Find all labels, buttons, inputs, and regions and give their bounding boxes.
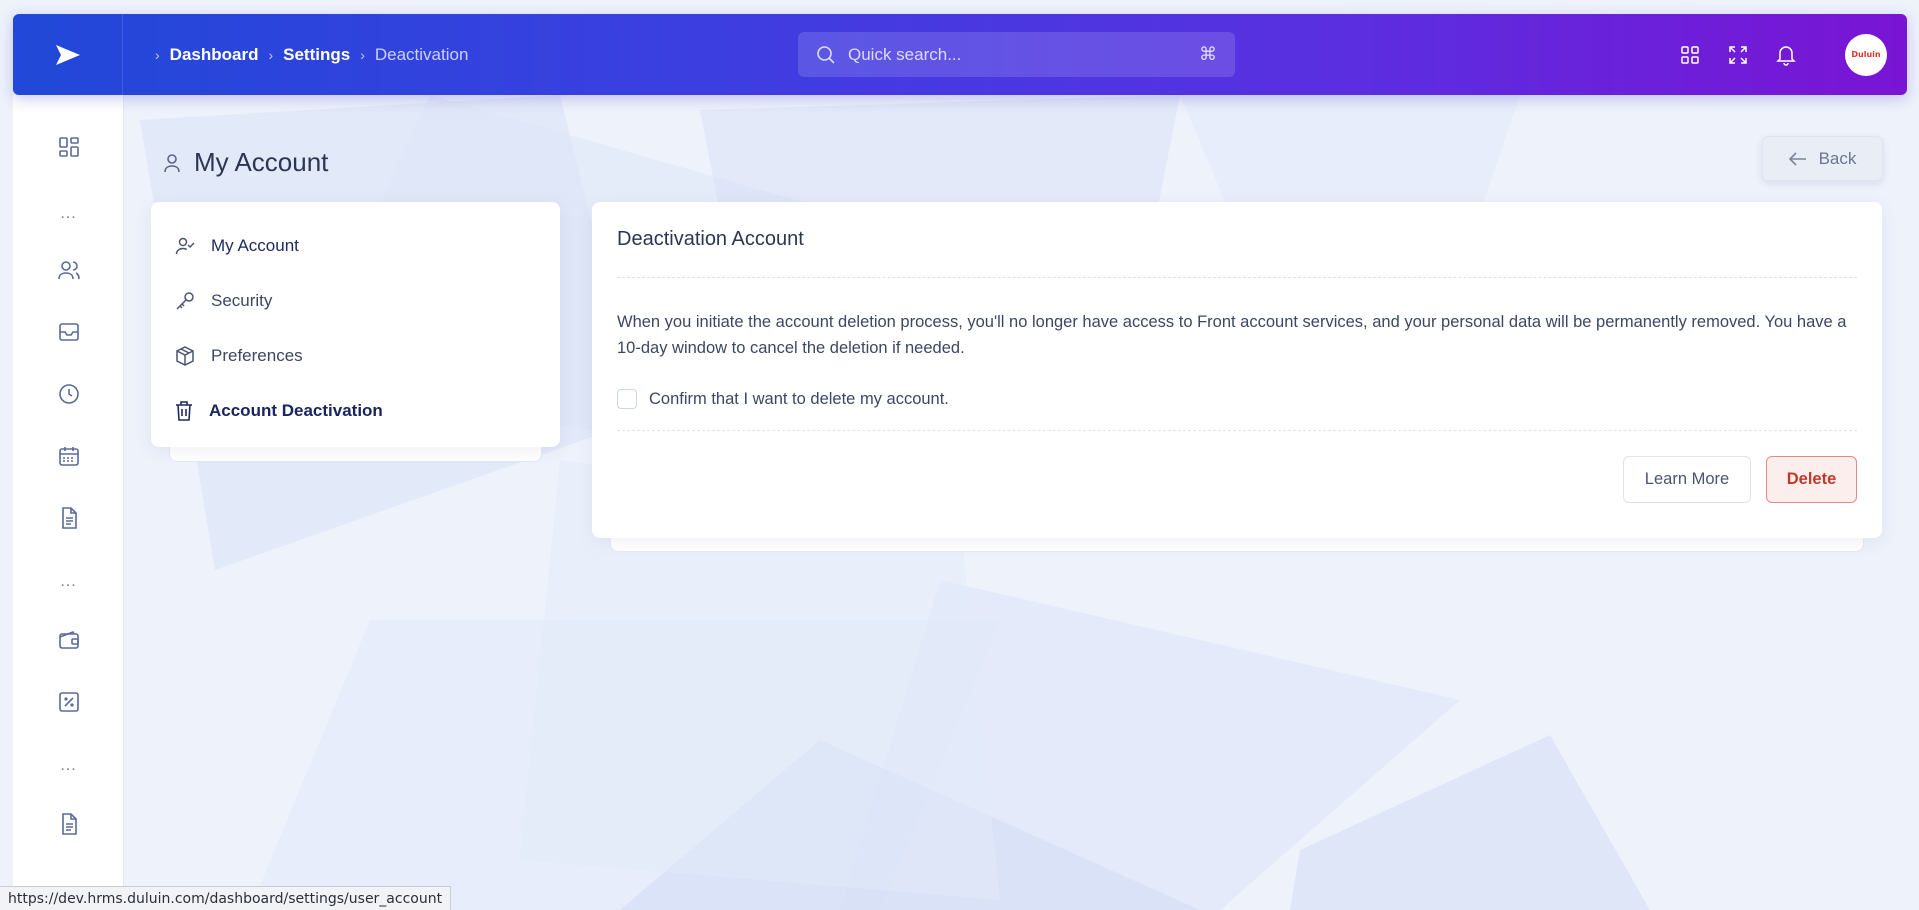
wallet-icon [58,630,79,649]
menu-item-label: Preferences [211,345,303,365]
chevron-right-icon: › [360,46,365,63]
sidebar-calendar[interactable] [13,444,124,468]
user-avatar[interactable]: Duluin [1845,33,1887,76]
users-icon [57,261,80,280]
deactivation-description: When you initiate the account deletion p… [617,313,1847,357]
trash-icon [176,400,192,421]
fullscreen-icon[interactable] [1727,44,1749,66]
back-label: Back [1818,148,1857,168]
clock-icon [58,384,79,404]
arrow-left-icon [1788,151,1806,166]
back-button[interactable]: Back [1762,136,1883,181]
sidebar-reports[interactable] [13,812,124,836]
user-icon [164,153,180,172]
divider [617,430,1857,431]
sidebar-employees[interactable] [13,258,124,282]
sidebar-tax[interactable] [13,690,124,714]
avatar-logo-text: Duluin [1851,50,1881,59]
key-icon [176,291,194,310]
apps-grid-icon[interactable] [1679,44,1701,66]
menu-item-my-account[interactable]: My Account [151,218,560,273]
sidebar: ... ... ... [13,95,124,910]
chevron-right-icon: › [268,46,274,63]
chevron-right-icon: › [155,46,160,63]
breadcrumb-deactivation: Deactivation [374,44,469,64]
breadcrumb-settings[interactable]: Settings [283,45,350,65]
sidebar-payroll[interactable] [13,628,124,652]
percent-icon [58,692,79,712]
sidebar-more-dots: ... [60,757,77,774]
menu-item-account-deactivation[interactable]: Account Deactivation [151,383,560,438]
calendar-icon [58,447,79,466]
shortcut-hint: ⌘ [1199,44,1217,64]
app-logo[interactable] [13,14,123,95]
breadcrumb: › Dashboard › Settings › Deactivation [155,45,468,65]
report-icon [61,813,77,835]
settings-menu: My Account Security Preferences Account … [151,202,560,447]
delete-button[interactable]: Delete [1766,456,1857,503]
card-title: Deactivation Account [617,228,1857,278]
send-logo-icon [55,44,80,65]
learn-more-button[interactable]: Learn More [1623,456,1751,503]
top-navigation-bar: › Dashboard › Settings › Deactivation ⌘ … [13,14,1907,95]
dashboard-icon [58,137,79,157]
sidebar-attendance[interactable] [13,382,124,406]
breadcrumb-dashboard[interactable]: Dashboard [170,45,259,65]
confirm-delete-checkbox[interactable] [617,389,637,409]
sidebar-more-dots: ... [60,573,77,590]
menu-item-label: My Account [211,235,299,255]
quick-search[interactable]: ⌘ [798,32,1235,77]
card-actions: Learn More Delete [617,456,1857,503]
page-header: My Account [162,147,328,178]
deactivation-card: Deactivation Account When you initiate t… [592,202,1882,538]
confirm-label[interactable]: Confirm that I want to delete my account… [649,390,949,409]
menu-item-label: Account Deactivation [209,400,383,420]
notification-bell-icon[interactable] [1775,44,1797,66]
search-input[interactable] [848,44,1199,65]
status-bar-url: https://dev.hrms.duluin.com/dashboard/se… [0,886,452,910]
confirm-row: Confirm that I want to delete my account… [617,386,1857,412]
menu-item-security[interactable]: Security [151,273,560,328]
menu-item-label: Security [211,290,273,310]
search-icon [817,45,835,64]
inbox-icon [58,323,79,341]
package-icon [176,345,194,366]
sidebar-more-dots: ... [60,205,77,222]
document-icon [61,507,77,529]
page-title: My Account [194,147,329,177]
menu-item-preferences[interactable]: Preferences [151,328,560,383]
sidebar-dashboard[interactable] [13,135,124,159]
sidebar-inbox[interactable] [13,320,124,344]
user-check-icon [175,237,195,254]
sidebar-documents[interactable] [13,506,124,530]
